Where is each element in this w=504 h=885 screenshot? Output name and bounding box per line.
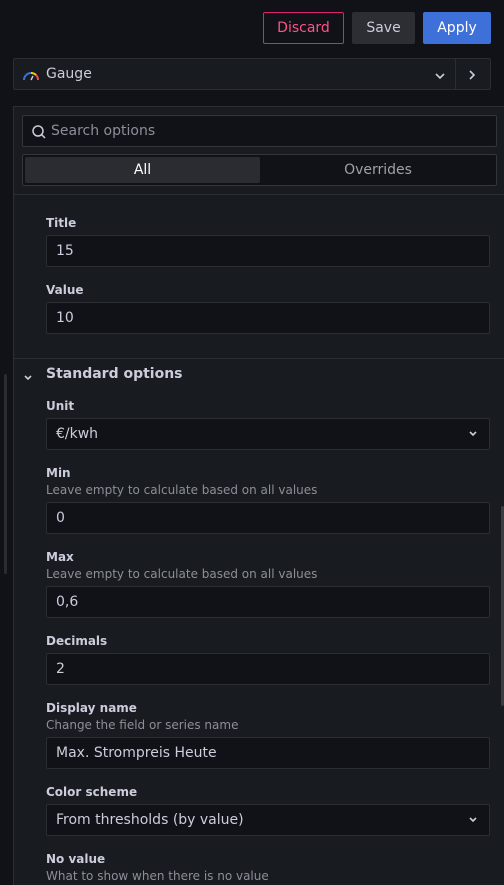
search-icon (31, 124, 47, 140)
max-field[interactable]: 0,6 (46, 586, 490, 618)
max-description: Leave empty to calculate based on all va… (46, 567, 318, 581)
display-name-field[interactable]: Max. Strompreis Heute (46, 737, 490, 769)
value-label: Value (46, 283, 84, 297)
decimals-field[interactable]: 2 (46, 653, 490, 685)
discard-button[interactable]: Discard (263, 12, 344, 44)
visualization-picker[interactable]: Gauge (13, 58, 491, 90)
tab-all[interactable]: All (25, 157, 260, 183)
chevron-down-icon[interactable] (433, 68, 447, 82)
value-field[interactable]: 10 (46, 302, 490, 334)
max-label: Max (46, 550, 74, 564)
chevron-down-icon (467, 814, 479, 826)
search-input[interactable]: Search options (22, 115, 497, 147)
gauge-icon (22, 67, 40, 81)
display-name-description: Change the field or series name (46, 718, 239, 732)
unit-select[interactable]: €/kwh (46, 418, 490, 450)
visualization-name: Gauge (46, 66, 92, 82)
section-title: Standard options (46, 366, 183, 382)
title-field[interactable]: 15 (46, 235, 490, 267)
chevron-down-icon (22, 369, 34, 381)
display-name-label: Display name (46, 701, 137, 715)
tab-overrides[interactable]: Overrides (262, 157, 494, 183)
chevron-right-icon[interactable] (465, 67, 479, 81)
no-value-description: What to show when there is no value (46, 869, 269, 883)
apply-button[interactable]: Apply (423, 12, 491, 44)
color-scheme-select[interactable]: From thresholds (by value) (46, 804, 490, 836)
color-scheme-value: From thresholds (by value) (56, 812, 244, 828)
top-toolbar: Discard Save Apply (0, 0, 504, 56)
save-button[interactable]: Save (352, 12, 415, 44)
decimals-label: Decimals (46, 634, 108, 648)
title-label: Title (46, 216, 77, 230)
options-tabs: All Overrides (22, 154, 497, 186)
min-field[interactable]: 0 (46, 502, 490, 534)
unit-value: €/kwh (56, 426, 99, 442)
no-value-label: No value (46, 852, 106, 866)
chevron-down-icon (467, 428, 479, 440)
picker-divider (455, 59, 456, 89)
divider (14, 358, 504, 359)
divider (14, 194, 504, 195)
search-placeholder: Search options (51, 123, 156, 139)
scrollbar[interactable] (4, 374, 7, 574)
min-description: Leave empty to calculate based on all va… (46, 483, 318, 497)
min-label: Min (46, 466, 71, 480)
color-scheme-label: Color scheme (46, 785, 138, 799)
unit-label: Unit (46, 399, 75, 413)
